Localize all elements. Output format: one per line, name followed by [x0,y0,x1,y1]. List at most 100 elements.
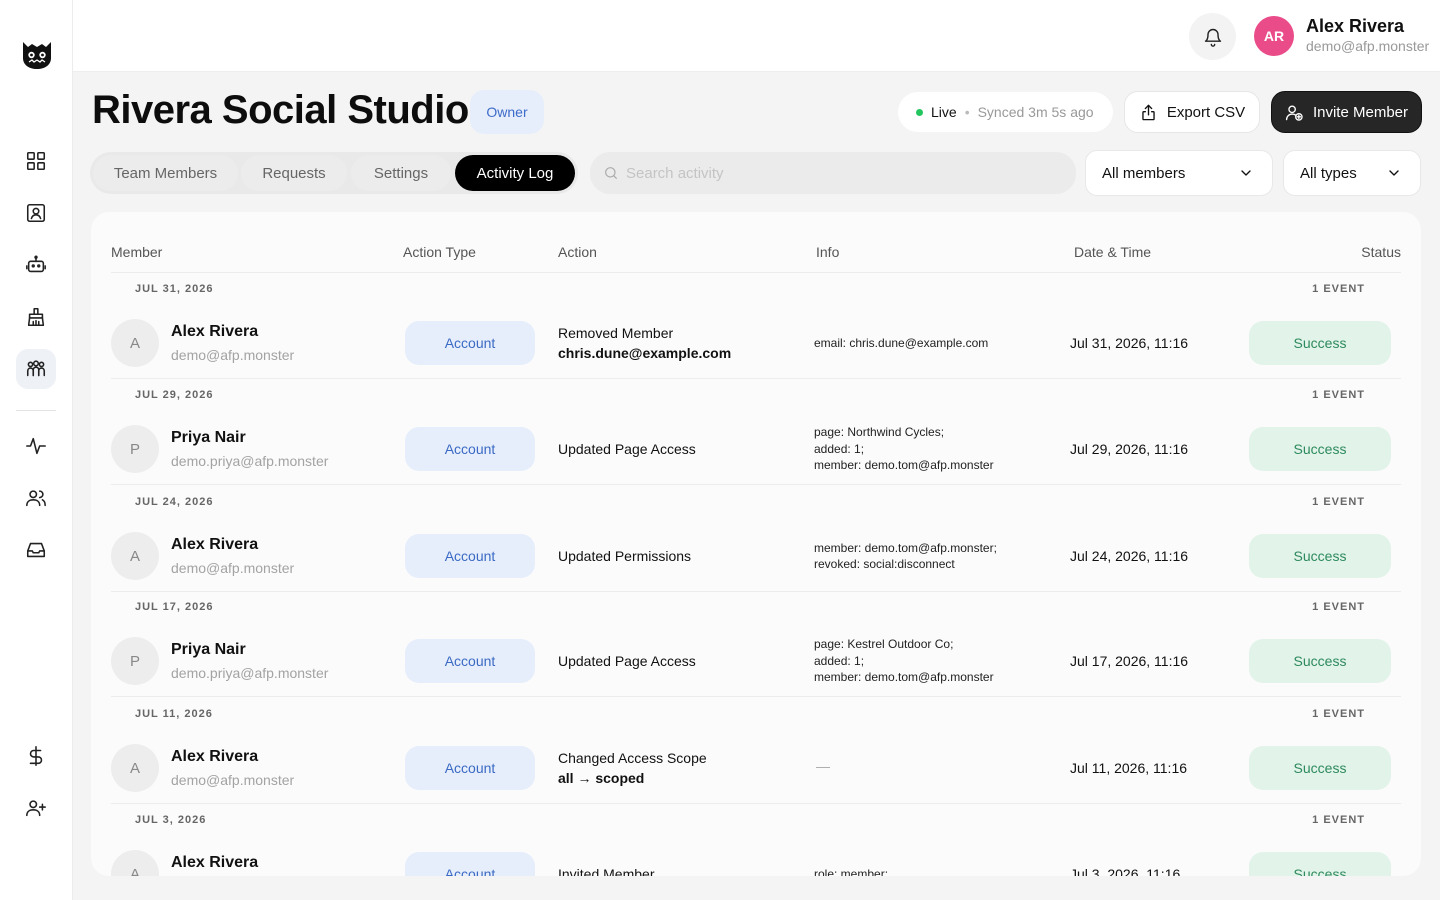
member-filter-select[interactable]: All members [1085,150,1273,196]
member-filter-value: All members [1102,164,1186,182]
tab-requests[interactable]: Requests [241,155,347,191]
pulse-icon [26,437,46,455]
sidebar-item-dashboard[interactable] [16,141,56,181]
status-badge: Success [1249,639,1391,683]
live-label: Live [931,104,957,120]
notifications-button[interactable] [1189,13,1236,60]
invite-member-button[interactable]: Invite Member [1271,91,1422,133]
dollar-icon [29,746,43,766]
inbox-icon [26,542,46,558]
avatar: P [111,637,159,685]
action-detail: chris.dune@example.com [558,345,732,361]
search-box [590,152,1076,194]
monster-logo-icon[interactable] [18,34,56,72]
member-email: demo.priya@afp.monster [171,665,329,681]
group-event-count: 1 EVENT [1312,814,1365,826]
action-text: Updated Page Access [558,441,696,457]
avatar: P [111,425,159,473]
group-date-label: JUL 17, 2026 [135,601,214,613]
member-name: Alex Rivera [171,854,259,871]
action-text: Removed Member [558,325,674,341]
role-badge: Owner [470,90,544,134]
sidebar-item-team[interactable] [16,349,56,389]
member-name: Alex Rivera [171,323,259,340]
user-email: demo@afp.monster [1306,38,1430,54]
avatar: A [111,532,159,580]
group-date-label: JUL 24, 2026 [135,496,214,508]
event-datetime: Jul 29, 2026, 11:16 [1070,441,1189,457]
info-line: email: chris.dune@example.com [814,335,989,350]
sidebar-item-bot[interactable] [16,245,56,285]
group-icon [26,360,46,377]
action-text: Updated Page Access [558,653,696,669]
info-line: page: Northwind Cycles; [814,425,945,440]
tab-bar: Team Members Requests Settings Activity … [90,152,578,194]
status-badge: Success [1249,534,1391,578]
sidebar-item-add-user[interactable] [16,788,56,828]
event-datetime: Jul 24, 2026, 11:16 [1070,548,1189,564]
group-date-label: JUL 3, 2026 [135,814,207,826]
export-csv-button[interactable]: Export CSV [1124,91,1260,133]
column-header-action-type: Action Type [403,244,476,260]
tab-team-members[interactable]: Team Members [93,155,238,191]
user-avatar[interactable]: AR [1254,16,1294,56]
status-badge: Success [1249,321,1391,365]
event-datetime: Jul 31, 2026, 11:16 [1070,335,1189,351]
action-type-badge: Account [405,427,535,471]
group-event-count: 1 EVENT [1312,496,1365,508]
column-header-action: Action [558,244,597,260]
activity-table: Member Action Type Action Info Date & Ti… [91,212,1421,876]
info-line: revoked: social:disconnect [814,557,955,571]
live-dot-icon [916,108,923,116]
column-header-status: Status [1361,244,1401,260]
info-cell: member: demo.tom@afp.monster; revoked: so… [814,540,997,573]
member-name: Priya Nair [171,429,246,446]
event-datetime: Jul 11, 2026, 11:16 [1070,760,1188,776]
member-email: demo@afp.monster [171,772,295,788]
event-datetime: Jul 3, 2026, 11:16 [1070,866,1181,876]
avatar: A [111,744,159,792]
chevron-down-icon [1241,170,1251,176]
info-line: added: 1; [814,653,865,668]
type-filter-select[interactable]: All types [1283,150,1421,196]
group-event-count: 1 EVENT [1312,601,1365,613]
sidebar-item-profile[interactable] [16,193,56,233]
topbar: AR Alex Rivera demo@afp.monster ··· [73,0,1440,72]
info-line: member: demo.tom@afp.monster [814,670,994,685]
status-badge: Success [1249,852,1391,876]
bell-icon [1204,28,1221,47]
share-icon [1142,104,1155,120]
info-line: page: Kestrel Outdoor Co; [814,637,954,652]
invite-member-label: Invite Member [1312,103,1409,121]
info-line: member: demo.tom@afp.monster [814,458,994,473]
activity-group: JUL 11, 2026 1 EVENT A Alex Rivera demo@afp.… [111,698,1401,804]
user-add-icon [1285,104,1303,121]
user-name: Alex Rivera [1306,16,1405,36]
user-plus-icon [26,800,46,817]
info-cell: page: Northwind Cycles; added: 1; member: … [814,424,994,474]
activity-group: JUL 3, 20261 EVENTAAlex Riverademo@afp.m… [111,804,1401,876]
search-icon [605,167,617,179]
tab-settings[interactable]: Settings [351,155,451,191]
search-input[interactable] [626,164,1056,182]
page-title: Rivera Social Studio [92,88,469,132]
info-line: added: 1; [814,441,865,456]
sidebar-item-inbox[interactable] [16,530,56,570]
sidebar-item-billing[interactable] [16,736,56,776]
action-text: Invited Member [558,866,655,876]
action-type-badge: Account [405,321,535,365]
avatar: A [111,319,159,367]
activity-group: JUL 17, 2026 1 EVENT P Priya Nair demo.priya… [111,591,1401,697]
member-email: demo@afp.monster [171,347,295,363]
sync-status: Live • Synced 3m 5s ago [898,92,1113,132]
status-separator: • [964,104,970,120]
sidebar-item-users[interactable] [16,478,56,518]
sidebar-item-activity[interactable] [16,426,56,466]
sidebar-item-brush[interactable] [16,297,56,337]
info-line: member: demo.tom@afp.monster; [814,540,997,555]
action-detail: all → scoped [558,770,645,786]
member-email: demo@afp.monster [171,560,295,576]
tab-activity-log[interactable]: Activity Log [455,155,575,191]
sidebar [0,0,73,900]
status-badge: Success [1249,746,1391,790]
